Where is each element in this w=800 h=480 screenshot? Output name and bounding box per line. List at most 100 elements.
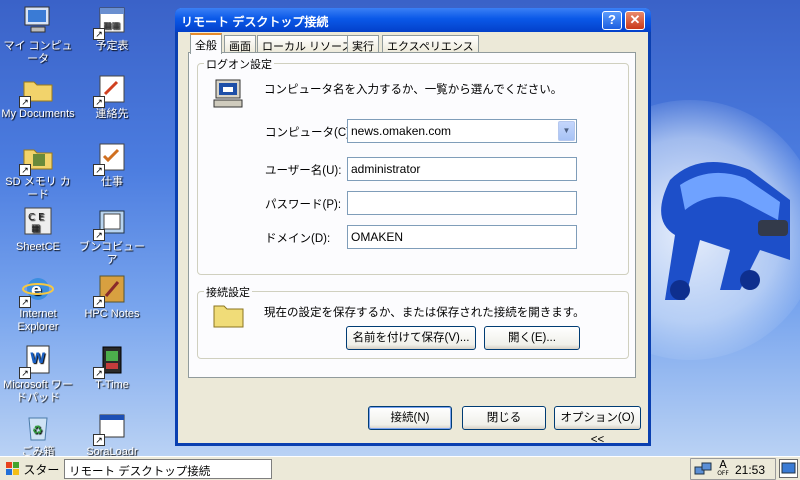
svg-text:W: W xyxy=(30,351,45,367)
book-viewer-icon: ↗ xyxy=(93,205,129,241)
tasks-icon: ↗ xyxy=(93,140,129,176)
desktop-icon-label: マイ コンピュータ xyxy=(3,40,73,65)
desktop-icon-tasks[interactable]: ↗ 仕事 xyxy=(74,140,150,189)
desktop-icon-t-time[interactable]: ↗ T-Time xyxy=(74,343,150,392)
desktop-icon-contacts[interactable]: ↗ 連絡先 xyxy=(74,72,150,121)
close-button[interactable]: 閉じる xyxy=(462,406,546,430)
shortcut-arrow-icon: ↗ xyxy=(93,28,105,40)
taskbar-window-button[interactable]: リモート デスクトップ接続 xyxy=(64,459,272,479)
sd-card-icon: ↗ xyxy=(19,140,55,176)
open-button[interactable]: 開く(E)... xyxy=(484,326,580,350)
password-field[interactable] xyxy=(347,191,577,215)
shortcut-arrow-icon: ↗ xyxy=(93,229,105,241)
domain-field[interactable]: OMAKEN xyxy=(347,225,577,249)
desktop-icon-label: SheetCE xyxy=(15,241,61,253)
close-window-button[interactable]: ✕ xyxy=(625,11,645,30)
computer-icon xyxy=(213,79,243,108)
dialog-title: リモート デスクトップ接続 xyxy=(181,15,329,29)
general-tab-panel: ログオン設定 コンピュータ名を入力するか、一覧から選んでください。 コンピュータ… xyxy=(188,52,636,378)
tab-experience[interactable]: エクスペリエンス xyxy=(382,35,479,53)
ime-status-label: OFF xyxy=(717,470,729,477)
help-button[interactable]: ? xyxy=(602,11,622,30)
desktop-icon-label: 連絡先 xyxy=(95,108,129,120)
save-as-button[interactable]: 名前を付けて保存(V)... xyxy=(346,326,476,350)
network-icon[interactable] xyxy=(694,461,712,479)
shortcut-arrow-icon: ↗ xyxy=(93,164,105,176)
desktop-icon xyxy=(781,462,796,474)
connection-settings-group: 接続設定 現在の設定を保存するか、または保存された接続を開きます。 名前を付けて… xyxy=(197,284,629,359)
svg-text:e: e xyxy=(31,280,42,299)
username-field[interactable]: administrator xyxy=(347,157,577,181)
t-time-icon: ↗ xyxy=(93,343,129,379)
desktop-icon-label: 予定表 xyxy=(95,40,129,52)
svg-text:▦▦: ▦▦ xyxy=(103,21,120,31)
desktop-icon-label: HPC Notes xyxy=(84,308,140,320)
recycle-bin-icon: ♻ xyxy=(21,410,55,444)
folder-icon: ↗ xyxy=(19,72,55,108)
connection-intro-text: 現在の設定を保存するか、または保存された接続を開きます。 xyxy=(264,307,585,319)
logon-settings-title: ログオン設定 xyxy=(204,56,274,72)
windows-logo-icon xyxy=(6,462,19,475)
desktop-icon-label: ブンコビューア xyxy=(79,241,145,266)
connect-button[interactable]: 接続(N) xyxy=(368,406,452,430)
internet-explorer-icon: e ↗ xyxy=(19,272,55,308)
logon-intro-text: コンピュータ名を入力するか、一覧から選んでください。 xyxy=(264,84,563,96)
shortcut-arrow-icon: ↗ xyxy=(93,434,105,446)
logon-settings-group: ログオン設定 コンピュータ名を入力するか、一覧から選んでください。 コンピュータ… xyxy=(197,56,629,275)
desktop-icon-label: Microsoft ワードパッド xyxy=(3,379,73,404)
clock: 21:53 xyxy=(735,463,766,477)
computer-value: news.omaken.com xyxy=(351,124,452,138)
contacts-icon: ↗ xyxy=(93,72,129,108)
computer-label: コンピュータ(C): xyxy=(265,127,354,139)
desktop-icon-book-viewer[interactable]: ↗ ブンコビューア xyxy=(74,205,150,267)
svg-text:♻: ♻ xyxy=(32,423,43,437)
desktop-icon-label: T-Time xyxy=(95,379,129,391)
computer-combobox[interactable]: news.omaken.com ▼ xyxy=(347,119,577,143)
desktop-icon-sheetce[interactable]: C E ▦ SheetCE xyxy=(0,205,76,254)
tab-programs[interactable]: 実行 xyxy=(347,35,379,53)
desktop-icon-hpc-notes[interactable]: ↗ HPC Notes xyxy=(74,272,150,321)
tab-local-resources[interactable]: ローカル リソース xyxy=(257,35,358,53)
system-tray: A OFF 21:53 xyxy=(690,458,776,480)
tab-display[interactable]: 画面 xyxy=(224,35,256,53)
desktop-icon-sd-card[interactable]: ↗ SD メモリ カード xyxy=(0,140,76,202)
start-button[interactable]: スタート xyxy=(2,459,60,479)
desktop-icon-label: My Documents xyxy=(1,108,75,120)
desktop-icon-label: SD メモリ カード xyxy=(5,176,71,201)
chevron-down-icon[interactable]: ▼ xyxy=(558,121,575,141)
svg-text:E: E xyxy=(38,212,44,223)
shortcut-arrow-icon: ↗ xyxy=(93,96,105,108)
shortcut-arrow-icon: ↗ xyxy=(19,96,31,108)
robot-dog-wallpaper-image xyxy=(661,162,790,300)
desktop-icon-label: Internet Explorer xyxy=(17,308,59,333)
username-label: ユーザー名(U): xyxy=(265,165,342,177)
ime-indicator[interactable]: A OFF xyxy=(713,459,733,479)
shortcut-arrow-icon: ↗ xyxy=(19,164,31,176)
shortcut-arrow-icon: ↗ xyxy=(19,367,31,379)
password-label: パスワード(P): xyxy=(265,199,342,211)
desktop-icon-internet-explorer[interactable]: e ↗ Internet Explorer xyxy=(0,272,76,334)
desktop-icon-soraloadr[interactable]: ↗ SoraLoadr xyxy=(74,410,150,459)
svg-text:C: C xyxy=(28,212,35,223)
connection-settings-title: 接続設定 xyxy=(204,284,252,300)
desktop-icon-my-documents[interactable]: ↗ My Documents xyxy=(0,72,76,121)
tab-general[interactable]: 全般 xyxy=(190,33,222,54)
options-button[interactable]: オプション(O) << xyxy=(554,406,641,446)
desktop-icon-calendar[interactable]: ▦▦ ↗ 予定表 xyxy=(74,4,150,53)
folder-icon xyxy=(213,305,244,328)
shortcut-arrow-icon: ↗ xyxy=(93,296,105,308)
shortcut-arrow-icon: ↗ xyxy=(93,367,105,379)
desktop-icon-wordpad[interactable]: W ↗ Microsoft ワードパッド xyxy=(0,343,76,405)
taskbar: スタート リモート デスクトップ接続 A OFF 21:53 xyxy=(0,456,800,480)
show-desktop-button[interactable] xyxy=(779,459,798,478)
calendar-icon: ▦▦ ↗ xyxy=(93,4,129,40)
shortcut-arrow-icon: ↗ xyxy=(19,296,31,308)
desktop-icon-recycle-bin[interactable]: ♻ ごみ箱 xyxy=(0,410,76,459)
app-window-icon: ↗ xyxy=(93,410,129,446)
desktop-icon-my-computer[interactable]: マイ コンピュータ xyxy=(0,4,76,66)
ime-mode-label: A xyxy=(719,458,727,471)
remote-desktop-dialog: リモート デスクトップ接続 ? ✕ 全般 画面 ローカル リソース 実行 エクス… xyxy=(175,8,651,446)
dialog-title-bar[interactable]: リモート デスクトップ接続 ? ✕ xyxy=(175,8,651,32)
computer-icon xyxy=(21,4,55,38)
svg-text:▦: ▦ xyxy=(31,223,40,234)
